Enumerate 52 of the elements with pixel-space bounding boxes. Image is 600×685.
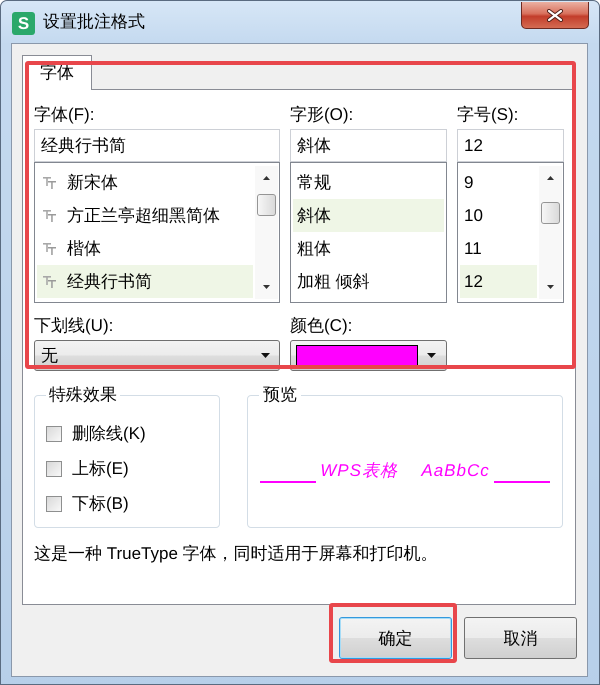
list-item[interactable]: 楷体 (37, 232, 253, 265)
checkbox-label: 删除线(K) (72, 424, 146, 444)
group-title: 特殊效果 (48, 385, 118, 405)
font-type-icon (43, 242, 56, 254)
field-label: 颜色(C): (290, 316, 354, 336)
list-item[interactable]: 斜体 (293, 199, 444, 232)
window-title: 设置批注格式 (43, 11, 145, 33)
down-arrow-icon[interactable] (263, 285, 270, 289)
ok-button[interactable]: 确定 (339, 617, 452, 659)
field-label: 字体(F): (34, 105, 96, 125)
up-arrow-icon[interactable] (263, 176, 270, 180)
list-item[interactable]: 粗体 (293, 232, 444, 265)
field-label: 字形(O): (290, 105, 354, 125)
list-item[interactable]: 新宋体 (37, 166, 253, 199)
list-item[interactable]: 方正兰亭超细黑简体 (37, 199, 253, 232)
caret-icon (427, 353, 436, 358)
cancel-button[interactable]: 取消 (464, 617, 577, 659)
list-item[interactable]: 经典行书简 (37, 265, 253, 298)
font-name-field[interactable]: 经典行书简 (34, 129, 280, 162)
font-type-icon (43, 210, 56, 222)
field-label: 字号(S): (457, 105, 520, 125)
caret-icon (261, 353, 270, 358)
checkbox[interactable] (46, 496, 62, 512)
list-item[interactable]: 11 (460, 232, 537, 265)
scrollbar-thumb[interactable] (541, 202, 560, 224)
font-type-icon (43, 276, 56, 288)
preview-underline (260, 481, 316, 483)
checkbox[interactable] (46, 460, 62, 476)
font-style-field[interactable]: 斜体 (290, 129, 447, 162)
down-arrow-icon[interactable] (547, 285, 554, 289)
font-type-icon (43, 176, 56, 188)
checkbox[interactable] (46, 426, 62, 442)
preview-text: WPS表格 AaBbCc (320, 460, 490, 482)
list-item[interactable]: 12 (460, 265, 537, 298)
checkbox-label: 上标(E) (72, 458, 129, 478)
description-text: 这是一种 TrueType 字体，同时适用于屏幕和打印机。 (34, 544, 439, 564)
list-item[interactable]: 加粗 倾斜 (293, 265, 444, 298)
close-icon (547, 8, 563, 22)
group-title: 预览 (262, 385, 298, 405)
scrollbar[interactable] (539, 166, 562, 299)
app-logo: S (12, 12, 35, 34)
list-item[interactable]: 常规 (293, 166, 444, 199)
list-item[interactable]: 10 (460, 199, 537, 232)
scrollbar[interactable] (255, 166, 278, 299)
scrollbar-thumb[interactable] (257, 194, 276, 216)
list-item[interactable]: 9 (460, 166, 537, 199)
close-button[interactable] (521, 2, 589, 29)
preview-underline (494, 481, 550, 483)
checkbox-label: 下标(B) (72, 494, 129, 514)
field-label: 下划线(U): (34, 316, 114, 336)
up-arrow-icon[interactable] (547, 176, 554, 180)
font-size-field[interactable]: 12 (457, 129, 564, 162)
